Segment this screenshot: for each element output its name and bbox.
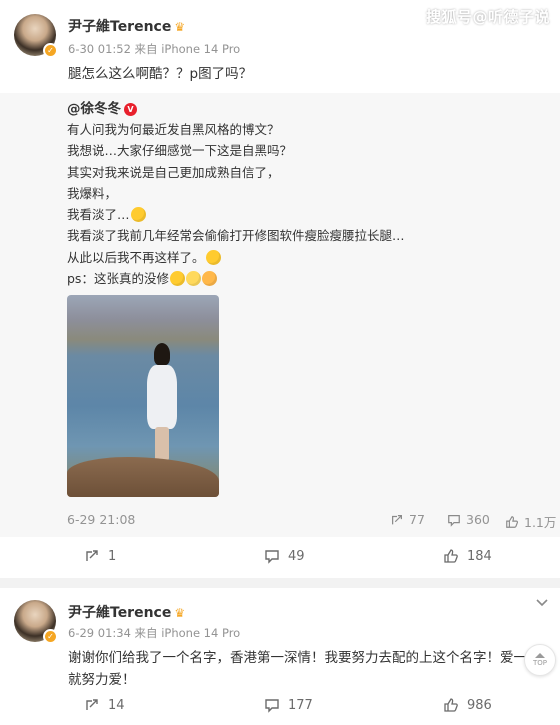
repost-like-button[interactable]: 1.1万 <box>505 512 556 531</box>
person-figure <box>141 343 183 461</box>
thinking-emoji-icon <box>205 249 221 265</box>
forward-button[interactable]: 1 <box>84 536 116 576</box>
comment-icon <box>265 699 279 713</box>
action-bar: 1 49 184 <box>0 536 560 576</box>
avatar[interactable]: ✓ <box>14 600 58 644</box>
thumbs-up-icon <box>444 549 458 563</box>
repost-photo[interactable] <box>67 295 219 497</box>
repost-line: 从此以后我不再这样了。 <box>67 247 405 268</box>
post-text: 腿怎么这么啊酷？？p图了吗？ <box>68 66 253 82</box>
username[interactable]: 尹子維Terence ♛ <box>68 602 185 622</box>
verified-badge-icon: ✓ <box>43 43 58 58</box>
rocks-shape <box>67 457 219 497</box>
repost-text: 有人问我为何最近发自黑风格的博文？ 我想说…大家仔细感觉一下这是自黑吗？ 其实对… <box>67 119 405 289</box>
back-to-top-button[interactable]: TOP <box>524 644 556 676</box>
repost-line: 我看淡了… <box>67 204 405 225</box>
thinking-emoji-icon <box>130 207 146 223</box>
repost-line: 我想说…大家仔细感觉一下这是自黑吗？ <box>67 143 293 159</box>
verified-red-icon: V <box>124 103 137 116</box>
comment-icon <box>448 514 460 527</box>
verified-badge-icon: ✓ <box>43 629 58 644</box>
forward-icon <box>86 550 98 561</box>
like-button[interactable]: 986 <box>443 685 492 725</box>
repost-box[interactable]: @徐冬冬 V 有人问我为何最近发自黑风格的博文？ 我想说…大家仔细感觉一下这是自黑… <box>0 93 560 537</box>
repost-forward-button[interactable]: 77 <box>390 512 425 527</box>
repost-line: ps：这张真的没修 <box>67 268 405 289</box>
repost-line: 有人问我为何最近发自黑风格的博文？ <box>67 122 280 137</box>
comment-icon <box>265 550 279 564</box>
post-divider <box>0 578 560 588</box>
action-bar: 14 177 986 <box>0 685 560 725</box>
forward-icon <box>86 699 98 710</box>
thinking-emoji-icon <box>169 271 185 287</box>
forward-button[interactable]: 14 <box>84 685 125 725</box>
repost-line: 我看淡了我前几年经常会偷偷打开修图软件瘦脸瘦腰拉长腿… <box>67 228 405 244</box>
like-button[interactable]: 184 <box>443 536 492 576</box>
post-meta: 6-30 01:52 来自 iPhone 14 Pro <box>68 42 241 56</box>
post-card: ✓ 尹子維Terence ♛ 6-29 01:34 来自 iPhone 14 Pr… <box>0 588 560 725</box>
glasses-emoji-icon <box>185 271 201 287</box>
crown-icon: ♛ <box>174 20 186 34</box>
forward-icon <box>392 514 402 524</box>
thumbs-up-icon <box>506 515 518 528</box>
post-meta: 6-29 01:34 来自 iPhone 14 Pro <box>68 626 241 640</box>
thumbs-up-icon <box>444 698 458 712</box>
avatar[interactable]: ✓ <box>14 14 58 58</box>
repost-author[interactable]: @徐冬冬 V <box>67 97 137 117</box>
repost-line: 我爆料， <box>67 185 118 201</box>
comment-button[interactable]: 177 <box>264 685 313 725</box>
chevron-down-icon[interactable] <box>534 594 550 610</box>
crown-icon: ♛ <box>174 606 186 620</box>
repost-time: 6-29 21:08 <box>67 512 136 527</box>
repost-line: 其实对我来说是自己更加成熟自信了， <box>67 164 280 180</box>
arrow-up-icon <box>535 652 545 658</box>
post-card: ✓ 尹子維Terence ♛ 6-30 01:52 来自 iPhone 14 Pr… <box>0 0 560 578</box>
username[interactable]: 尹子維Terence ♛ <box>68 16 185 36</box>
repost-comment-button[interactable]: 360 <box>447 512 490 527</box>
watermark: 搜狐号@听德子说 <box>425 8 550 26</box>
smirk-emoji-icon <box>201 271 217 287</box>
comment-button[interactable]: 49 <box>264 536 305 576</box>
